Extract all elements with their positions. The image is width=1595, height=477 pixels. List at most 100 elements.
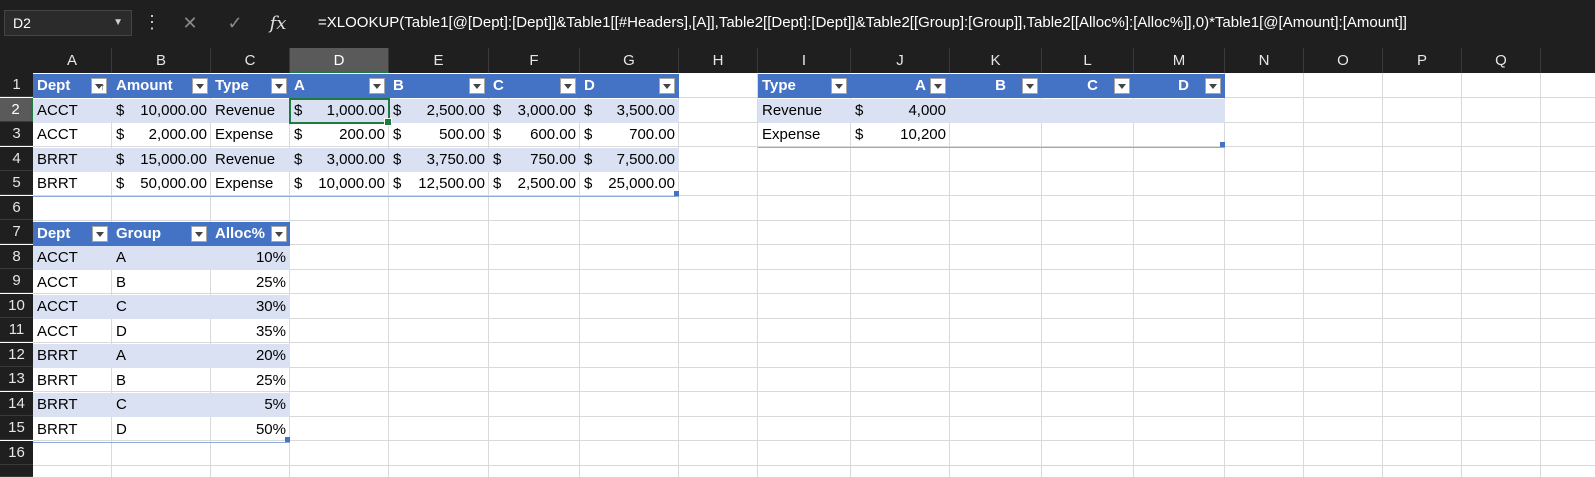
row-header-14[interactable]: 14 — [0, 391, 33, 416]
table-cell[interactable]: $50,000.00 — [112, 172, 211, 196]
table-cell[interactable]: Revenue — [211, 147, 290, 172]
table3-header-c[interactable]: C — [1042, 74, 1134, 98]
table-cell[interactable] — [1134, 98, 1225, 123]
table1-header-a[interactable]: A — [290, 74, 389, 98]
table-cell[interactable]: B — [112, 271, 211, 295]
column-header-o[interactable]: O — [1304, 48, 1383, 73]
column-header-f[interactable]: F — [489, 48, 580, 73]
table-cell[interactable]: 5% — [211, 393, 290, 417]
enter-icon[interactable]: ✓ — [220, 10, 250, 36]
table-cell[interactable]: $25,000.00 — [580, 172, 679, 196]
table-cell[interactable]: $12,500.00 — [389, 172, 489, 196]
table-cell[interactable] — [1042, 98, 1134, 123]
row-header-12[interactable]: 12 — [0, 342, 33, 367]
table2-header-group[interactable]: Group — [112, 221, 211, 246]
table3-header-type[interactable]: Type — [758, 74, 851, 98]
name-box[interactable]: D2 ▼ — [4, 10, 132, 36]
table-cell[interactable]: $200.00 — [290, 123, 389, 147]
column-header-q[interactable]: Q — [1462, 48, 1541, 73]
column-header-j[interactable]: J — [851, 48, 950, 73]
filter-dropdown-icon[interactable] — [92, 225, 108, 242]
active-cell-d2[interactable] — [289, 97, 392, 126]
table3-header-b[interactable]: B — [950, 74, 1042, 98]
column-header-k[interactable]: K — [950, 48, 1042, 73]
cancel-icon[interactable]: ✕ — [175, 10, 205, 36]
row-header-10[interactable]: 10 — [0, 293, 33, 318]
table-cell[interactable]: ACCT — [33, 271, 112, 295]
table-cell[interactable]: D — [112, 320, 211, 344]
table-cell[interactable]: ACCT — [33, 98, 112, 123]
column-header-p[interactable]: P — [1383, 48, 1462, 73]
table-cell[interactable]: 25% — [211, 271, 290, 295]
table-cell[interactable]: 30% — [211, 295, 290, 319]
table-cell[interactable]: C — [112, 295, 211, 319]
table-cell[interactable]: BRRT — [33, 393, 112, 417]
table-cell[interactable]: D — [112, 418, 211, 442]
row-header-9[interactable]: 9 — [0, 269, 33, 293]
row-header-1[interactable]: 1 — [0, 73, 33, 97]
filter-dropdown-icon[interactable] — [1205, 78, 1221, 94]
table-cell[interactable]: $3,750.00 — [389, 147, 489, 172]
table-cell[interactable]: A — [112, 344, 211, 368]
table-cell[interactable]: $7,500.00 — [580, 147, 679, 172]
table-cell[interactable]: $700.00 — [580, 123, 679, 147]
table-cell[interactable]: $10,000.00 — [112, 98, 211, 123]
insert-function-icon[interactable]: fx — [263, 10, 293, 36]
table-cell[interactable]: Expense — [758, 123, 851, 147]
filter-dropdown-icon[interactable] — [831, 78, 847, 94]
table-cell[interactable]: $3,500.00 — [580, 98, 679, 123]
table3-header-a[interactable]: A — [851, 74, 950, 98]
table-cell[interactable]: 35% — [211, 320, 290, 344]
table1-header-type[interactable]: Type — [211, 74, 290, 98]
row-header-16[interactable]: 16 — [0, 440, 33, 465]
column-header-r-partial[interactable] — [1541, 48, 1595, 73]
table-cell[interactable]: $600.00 — [489, 123, 580, 147]
table2-header-dept[interactable]: Dept — [33, 221, 112, 246]
column-header-m[interactable]: M — [1134, 48, 1225, 73]
table-cell[interactable] — [950, 98, 1042, 123]
column-header-b[interactable]: B — [112, 48, 211, 73]
table-cell[interactable]: A — [112, 246, 211, 270]
table-cell[interactable]: $3,000.00 — [290, 147, 389, 172]
table-cell[interactable]: $10,200 — [851, 123, 950, 147]
column-header-n[interactable]: N — [1225, 48, 1304, 73]
row-header-11[interactable]: 11 — [0, 318, 33, 342]
table-cell[interactable]: C — [112, 393, 211, 417]
table-cell[interactable]: BRRT — [33, 418, 112, 442]
table1-header-c[interactable]: C — [489, 74, 580, 98]
table-cell[interactable]: ACCT — [33, 123, 112, 147]
table1-header-amount[interactable]: Amount — [112, 74, 211, 98]
table-cell[interactable]: ACCT — [33, 246, 112, 270]
table2-header-alloc[interactable]: Alloc% — [211, 221, 290, 246]
table-cell[interactable]: ACCT — [33, 295, 112, 319]
filter-dropdown-icon[interactable] — [659, 78, 675, 94]
filter-dropdown-icon[interactable] — [271, 225, 287, 242]
row-header-7[interactable]: 7 — [0, 220, 33, 244]
table-cell[interactable]: $4,000 — [851, 98, 950, 123]
row-header-17-partial[interactable] — [0, 465, 33, 477]
table-cell[interactable]: 25% — [211, 369, 290, 393]
table1-header-d[interactable]: D — [580, 74, 679, 98]
table3-resize-handle[interactable] — [1220, 142, 1225, 147]
table-cell[interactable]: BRRT — [33, 369, 112, 393]
table-cell[interactable]: BRRT — [33, 147, 112, 172]
table-cell[interactable]: Expense — [211, 172, 290, 196]
filter-dropdown-icon[interactable] — [271, 78, 287, 94]
table-cell[interactable]: 20% — [211, 344, 290, 368]
column-header-c[interactable]: C — [211, 48, 290, 73]
row-header-3[interactable]: 3 — [0, 122, 33, 146]
row-header-6[interactable]: 6 — [0, 195, 33, 220]
table1-resize-handle[interactable] — [674, 191, 679, 196]
column-header-d[interactable]: D — [290, 48, 389, 73]
filter-dropdown-icon[interactable] — [1022, 78, 1038, 94]
table1-header-b[interactable]: B — [389, 74, 489, 98]
filter-dropdown-icon[interactable] — [192, 78, 208, 94]
column-header-i[interactable]: I — [758, 48, 851, 73]
column-header-h[interactable]: H — [679, 48, 758, 73]
table-cell[interactable]: $2,500.00 — [489, 172, 580, 196]
filter-dropdown-icon[interactable] — [930, 78, 946, 94]
table-cell[interactable]: B — [112, 369, 211, 393]
table-cell[interactable]: $500.00 — [389, 123, 489, 147]
table-cell[interactable]: 50% — [211, 418, 290, 442]
table3-header-d[interactable]: D — [1134, 74, 1225, 98]
